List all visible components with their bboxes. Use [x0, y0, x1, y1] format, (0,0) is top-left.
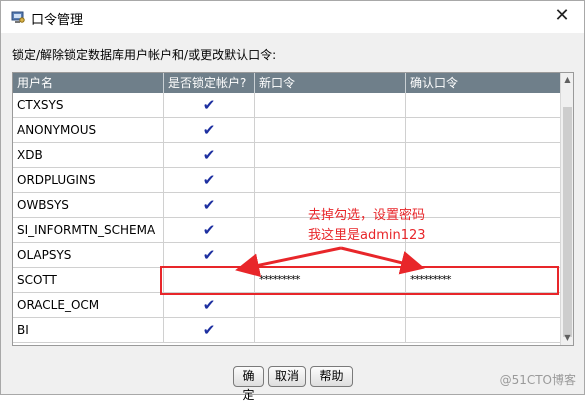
username-cell: ORDPLUGINS [13, 168, 164, 192]
confirm-password-field[interactable] [406, 318, 561, 342]
new-password-field[interactable] [255, 143, 406, 167]
confirm-password-field[interactable] [406, 168, 561, 192]
new-password-field[interactable] [255, 118, 406, 142]
key-computer-icon [11, 11, 25, 23]
username-cell: OWBSYS [13, 193, 164, 217]
username-cell: BI [13, 318, 164, 342]
table-row: CTXSYS ✔ [13, 93, 561, 118]
confirm-password-field[interactable] [406, 243, 561, 267]
window-title: 口令管理 [31, 13, 84, 28]
scroll-down-icon[interactable]: ▼ [561, 331, 573, 345]
new-password-field[interactable] [255, 93, 406, 117]
watermark: @51CTO博客 [499, 373, 576, 387]
table-header: 用户名 是否锁定帐户? 新口令 确认口令 [13, 73, 561, 93]
confirm-password-field[interactable] [406, 193, 561, 217]
lock-checkbox[interactable]: ✔ [164, 143, 255, 167]
lock-checkbox[interactable]: ✔ [164, 193, 255, 217]
confirm-password-field[interactable] [406, 143, 561, 167]
lock-checkbox[interactable]: ✔ [164, 218, 255, 242]
new-password-field[interactable] [255, 168, 406, 192]
annotation-line-2: 我这里是admin123 [308, 228, 426, 243]
table-row: BI ✔ [13, 318, 561, 343]
table-row: ORDPLUGINS ✔ [13, 168, 561, 193]
header-new-password[interactable]: 新口令 [255, 73, 406, 93]
lock-checkbox[interactable]: ✔ [164, 93, 255, 117]
dialog-buttons: 确定 取消 帮助 [233, 366, 353, 402]
header-confirm-password[interactable]: 确认口令 [406, 73, 561, 93]
cancel-button[interactable]: 取消 [268, 366, 306, 387]
confirm-password-field[interactable] [406, 293, 561, 317]
vertical-scrollbar[interactable]: ▲ ▼ [560, 73, 573, 345]
password-management-dialog: 口令管理 ✕ 锁定/解除锁定数据库用户帐户和/或更改默认口令: 用户名 是否锁定… [0, 0, 585, 402]
table-row: XDB ✔ [13, 143, 561, 168]
confirm-password-field[interactable] [406, 218, 561, 242]
new-password-field[interactable] [255, 293, 406, 317]
lock-checkbox[interactable]: ✔ [164, 293, 255, 317]
table-body: CTXSYS ✔ ANONYMOUS ✔ XDB ✔ ORDPLUGINS ✔ [13, 93, 561, 343]
lock-checkbox[interactable]: ✔ [164, 168, 255, 192]
lock-checkbox[interactable]: ✔ [164, 243, 255, 267]
scroll-up-icon[interactable]: ▲ [561, 73, 573, 87]
help-button[interactable]: 帮助 [310, 366, 353, 387]
scrollbar-thumb[interactable] [563, 107, 572, 337]
header-username[interactable]: 用户名 [13, 73, 164, 93]
table-row: ORACLE_OCM ✔ [13, 293, 561, 318]
username-cell: OLAPSYS [13, 243, 164, 267]
ok-button[interactable]: 确定 [233, 366, 264, 402]
table-row: SI_INFORMTN_SCHEMA ✔ [13, 218, 561, 243]
table-row: OWBSYS ✔ [13, 193, 561, 218]
confirm-password-field[interactable] [406, 93, 561, 117]
table-row: OLAPSYS ✔ [13, 243, 561, 268]
instruction-text: 锁定/解除锁定数据库用户帐户和/或更改默认口令: [12, 48, 277, 62]
header-lock-account[interactable]: 是否锁定帐户? [164, 73, 255, 93]
username-cell: SCOTT [13, 268, 164, 292]
title-bar: 口令管理 ✕ [1, 1, 584, 33]
table-row: ANONYMOUS ✔ [13, 118, 561, 143]
username-cell: XDB [13, 143, 164, 167]
annotation-text: 去掉勾选，设置密码 我这里是admin123 [308, 206, 426, 246]
user-password-table: 用户名 是否锁定帐户? 新口令 确认口令 CTXSYS ✔ ANONYMOUS … [12, 72, 574, 346]
annotation-line-1: 去掉勾选，设置密码 [308, 208, 426, 223]
scott-row-highlight [160, 266, 559, 295]
username-cell: ORACLE_OCM [13, 293, 164, 317]
confirm-password-field[interactable] [406, 118, 561, 142]
lock-checkbox[interactable]: ✔ [164, 118, 255, 142]
username-cell: SI_INFORMTN_SCHEMA [13, 218, 164, 242]
lock-checkbox[interactable]: ✔ [164, 318, 255, 342]
close-button[interactable]: ✕ [550, 5, 574, 27]
username-cell: ANONYMOUS [13, 118, 164, 142]
new-password-field[interactable] [255, 243, 406, 267]
username-cell: CTXSYS [13, 93, 164, 117]
new-password-field[interactable] [255, 318, 406, 342]
